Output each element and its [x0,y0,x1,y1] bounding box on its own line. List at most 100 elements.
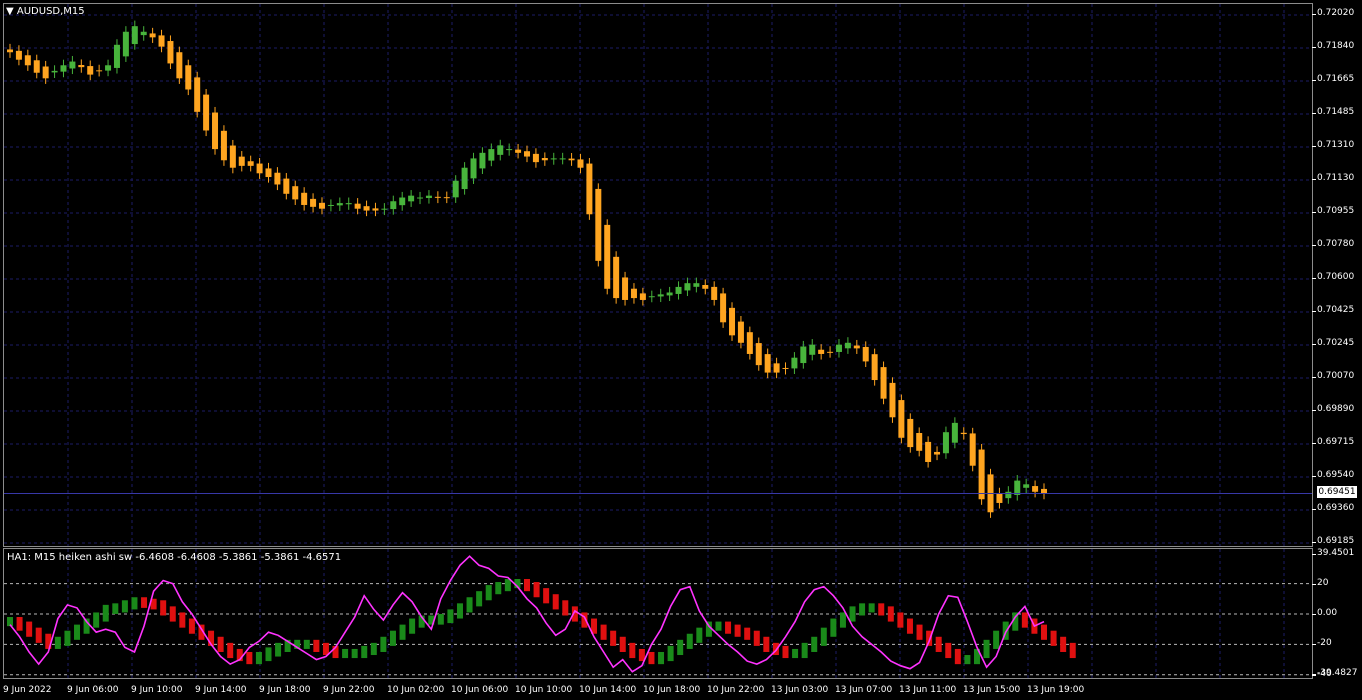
indicator-pane[interactable]: HA1: M15 heiken ashi sw -6.4608 -6.4608 … [3,548,1313,679]
candle-body [452,180,459,198]
indicator-tick-mark [1312,554,1316,555]
candle-body [925,441,932,462]
indicator-bar [35,627,42,643]
candle-body [969,433,976,466]
candle-body [515,149,522,153]
candle-body [301,192,308,205]
indicator-bar [93,612,100,628]
candle-body [42,66,49,79]
candle-body [247,161,254,166]
indicator-bar [1041,624,1047,640]
indicator-bar [878,603,885,616]
chart-window[interactable]: ▼ AUDUSD,M15 HA1: M15 heiken ashi sw -6.… [0,0,1362,700]
candle-body [648,296,655,298]
candle-body [559,158,566,160]
indicator-axis[interactable]: 39.4501 20 0.00 -20 -39.4827 -40 [1312,0,1362,680]
indicator-canvas[interactable] [4,549,1312,678]
indicator-bar [16,617,23,631]
time-tick-label: 9 Jun 14:00 [195,685,247,695]
candle-body [274,172,281,185]
candle-body [818,349,825,354]
candle-body [506,149,513,151]
candle-body [488,149,495,161]
indicator-bar [887,606,894,622]
candle-body [443,197,450,199]
candle-body [7,49,13,53]
indicator-bar [868,603,875,613]
indicator-bar [342,648,349,659]
indicator-tick-mark [1312,613,1316,615]
time-axis[interactable]: 9 Jun 2022 9 Jun 06:00 9 Jun 10:00 9 Jun 14… [0,680,1310,700]
indicator-bar [361,645,368,659]
indicator-tick-label: -20 [1317,638,1332,649]
candle-body [1014,480,1021,495]
indicator-bar [64,630,71,646]
candle-body [1005,491,1012,499]
candle-body [336,203,343,206]
indicator-bar [533,582,540,598]
indicator-bar [380,636,387,652]
indicator-bar [370,642,377,656]
indicator-bar [725,621,732,634]
candle-body [541,158,548,161]
indicator-bar [255,651,262,665]
indicator-bar [303,639,310,649]
candle-body [809,344,816,355]
indicator-bar [179,612,186,628]
dropdown-triangle-icon[interactable]: ▼ [6,6,14,17]
indicator-bar [964,655,971,665]
candle-body [702,285,709,289]
candle-body [113,44,120,68]
indicator-bar [246,651,253,665]
candle-body [853,345,860,349]
candle-body [140,31,147,36]
candle-body [568,158,575,161]
candle-body [1023,484,1030,488]
time-tick-label: 9 Jun 18:00 [259,685,311,695]
candle-body [844,342,851,349]
indicator-bar [686,633,693,649]
candle-body [675,286,682,294]
symbol-title-text: AUDUSD,M15 [16,6,85,17]
candle-body [15,50,22,60]
indicator-bar [217,636,224,652]
indicator-bar [619,636,626,652]
candle-body [149,33,156,38]
indicator-bar [849,606,856,622]
candle-body [292,186,299,200]
candle-body [720,293,727,323]
time-tick-label: 9 Jun 2022 [3,685,52,695]
indicator-bar [275,642,282,657]
candle-body [310,198,317,207]
indicator-bar [830,618,837,637]
indicator-tick-mark [1312,644,1316,646]
candle-body [470,158,477,179]
candle-body [737,321,744,343]
time-tick-label: 10 Jun 22:00 [707,685,765,695]
candle-body [764,354,771,373]
candle-body [363,206,370,211]
candle-body [942,432,949,454]
time-tick-label: 10 Jun 18:00 [643,685,701,695]
time-tick-label: 13 Jun 07:00 [835,685,893,695]
candle-body [51,70,58,73]
price-chart-pane[interactable]: ▼ AUDUSD,M15 [3,3,1313,547]
candle-body [595,188,602,261]
indicator-bar [763,636,770,652]
indicator-bar [658,651,665,665]
candle-body [122,31,129,57]
indicator-bar [504,579,511,592]
candle-body [461,167,468,190]
time-tick-label: 10 Jun 14:00 [579,685,637,695]
indicator-bar [792,648,799,659]
indicator-bar [935,636,942,652]
candle-body [372,208,379,211]
indicator-bar [820,627,827,646]
indicator-bar [667,645,674,662]
indicator-bar [389,630,396,646]
indicator-bar [811,636,818,652]
candle-body [755,343,762,366]
indicator-tick-label: 39.4501 [1317,548,1355,558]
indicator-bar [26,621,33,637]
price-chart-canvas[interactable] [4,4,1312,546]
